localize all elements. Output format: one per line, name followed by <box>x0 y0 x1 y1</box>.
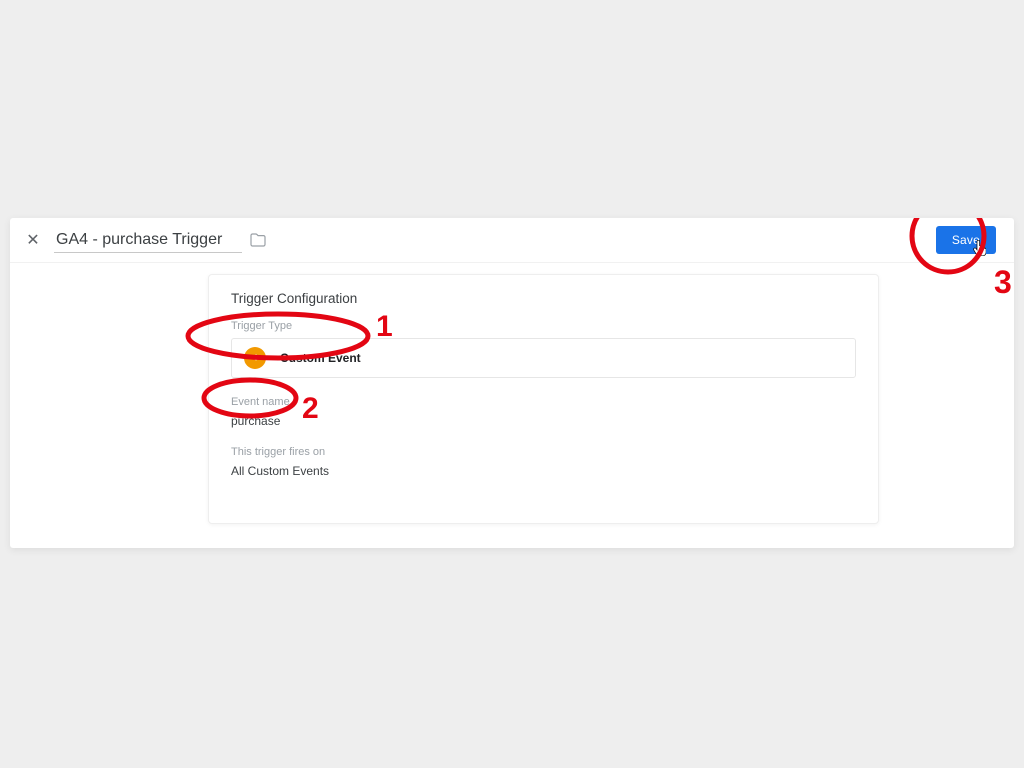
folder-icon[interactable] <box>250 233 266 247</box>
save-button[interactable]: Save <box>936 226 996 254</box>
trigger-type-selector[interactable]: <> Custom Event <box>231 338 856 378</box>
close-icon[interactable]: ✕ <box>22 230 44 250</box>
custom-event-icon: <> <box>244 347 266 369</box>
trigger-type-name: Custom Event <box>280 351 361 365</box>
card-heading: Trigger Configuration <box>231 291 856 306</box>
fires-on-label: This trigger fires on <box>231 446 856 458</box>
fires-on-value: All Custom Events <box>231 464 856 478</box>
trigger-name-input[interactable] <box>54 228 242 253</box>
trigger-config-card: Trigger Configuration Trigger Type <> Cu… <box>208 274 879 524</box>
event-name-value: purchase <box>231 414 856 428</box>
editor-top-bar: ✕ Save <box>10 218 1014 263</box>
event-name-label: Event name <box>231 396 856 408</box>
trigger-editor-panel: ✕ Save Trigger Configuration Trigger Typ… <box>10 218 1014 548</box>
trigger-type-label: Trigger Type <box>231 320 856 332</box>
